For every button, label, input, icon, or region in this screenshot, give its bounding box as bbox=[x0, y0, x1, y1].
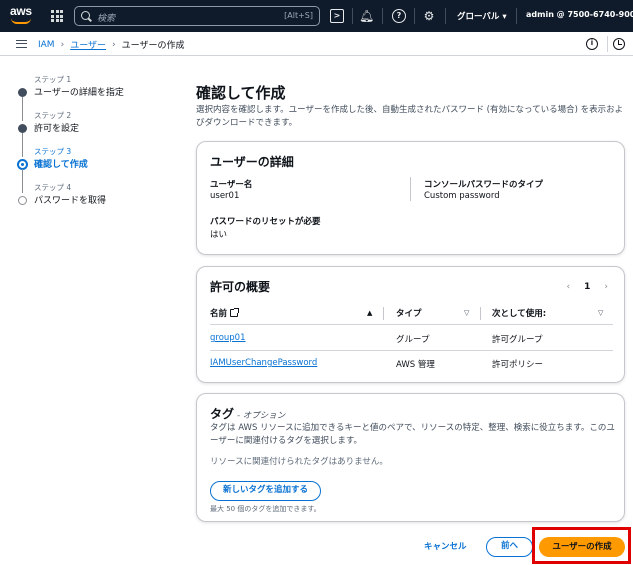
create-user-button[interactable]: ユーザーの作成 bbox=[539, 537, 625, 557]
column-header-name[interactable]: 名前 bbox=[210, 307, 240, 319]
group-link[interactable]: group01 bbox=[210, 333, 246, 343]
sort-icon[interactable]: ▽ bbox=[598, 309, 603, 317]
settings-gear-icon[interactable]: ⚙ bbox=[422, 9, 436, 23]
permissions-summary-card: 許可の概要 ‹ 1 › 名前 ▲ タイプ ▽ 次として使用: ▽ group01… bbox=[196, 266, 625, 383]
tags-optional-label: - オプション bbox=[237, 411, 286, 421]
cancel-button[interactable]: キャンセル bbox=[424, 540, 467, 552]
page-description: 選択内容を確認します。ユーザーを作成した後、自動生成されたパスワード (有効にな… bbox=[196, 105, 624, 128]
user-details-card: ユーザーの詳細 ユーザー名 user01 コンソールパスワードのタイプ Cust… bbox=[196, 141, 625, 255]
table-divider bbox=[210, 350, 613, 351]
table-row-type: グループ bbox=[396, 335, 430, 345]
aws-logo-text: aws bbox=[10, 4, 32, 18]
table-row-used-as: 許可グループ bbox=[492, 335, 543, 345]
nav-divider bbox=[445, 8, 446, 24]
aws-logo[interactable]: aws bbox=[10, 5, 36, 27]
breadcrumb: IAM › ユーザー › ユーザーの作成 bbox=[38, 38, 185, 52]
page-title: 確認して作成 bbox=[196, 84, 286, 102]
column-header-used-as[interactable]: 次として使用: bbox=[492, 307, 546, 319]
user-details-title: ユーザーの詳細 bbox=[210, 155, 294, 169]
step-name: パスワードを取得 bbox=[34, 196, 107, 206]
external-link-icon bbox=[230, 308, 240, 317]
step-pending-icon bbox=[18, 196, 27, 205]
step-label: ステップ 1 bbox=[34, 75, 72, 84]
table-divider bbox=[210, 324, 613, 325]
step-label: ステップ 4 bbox=[34, 183, 72, 192]
step-name: 確認して作成 bbox=[34, 160, 88, 170]
username-value: user01 bbox=[210, 191, 240, 201]
console-password-label: コンソールパスワードのタイプ bbox=[424, 180, 544, 190]
column-separator bbox=[480, 307, 481, 320]
tags-empty-message: リソースに関連付けられたタグはありません。 bbox=[210, 457, 388, 467]
step-connector bbox=[22, 133, 23, 157]
page-prev-icon[interactable]: ‹ bbox=[567, 282, 571, 292]
chevron-right-icon: › bbox=[112, 39, 116, 50]
account-menu[interactable]: admin @ 7500-6740-9009 ▾ bbox=[526, 10, 633, 19]
step-complete-icon bbox=[18, 124, 27, 133]
step-name: ユーザーの詳細を指定 bbox=[34, 88, 124, 98]
top-navigation: aws 検索 [Alt+S] > 🔔︎ ? ⚙ グローバル ▾ admin @ … bbox=[0, 0, 633, 32]
step-connector bbox=[22, 169, 23, 193]
permissions-title: 許可の概要 bbox=[210, 280, 271, 294]
table-row-name: group01 bbox=[210, 333, 246, 343]
pagination: ‹ 1 › bbox=[567, 282, 608, 292]
tags-description: タグは AWS リソースに追加できるキーと値のペアで、リソースの特定、整理、検索… bbox=[210, 423, 615, 446]
breadcrumb-current: ユーザーの作成 bbox=[121, 41, 185, 51]
search-placeholder: 検索 bbox=[97, 14, 116, 24]
menu-hamburger-icon[interactable] bbox=[16, 40, 27, 48]
sort-icon[interactable]: ▽ bbox=[464, 309, 469, 317]
search-icon bbox=[81, 11, 90, 20]
search-input[interactable]: 検索 [Alt+S] bbox=[74, 6, 320, 26]
password-reset-label: パスワードのリセットが必要 bbox=[210, 217, 321, 227]
previous-button[interactable]: 前へ bbox=[486, 537, 534, 557]
tags-limit-note: 最大 50 個のタグを追加できます。 bbox=[210, 505, 321, 513]
history-clock-icon[interactable] bbox=[613, 38, 625, 50]
page-number[interactable]: 1 bbox=[584, 282, 590, 292]
divider bbox=[607, 36, 608, 52]
console-password-value: Custom password bbox=[424, 191, 500, 201]
step-label: ステップ 2 bbox=[34, 111, 72, 120]
nav-divider bbox=[352, 8, 353, 24]
username-label: ユーザー名 bbox=[210, 180, 253, 190]
table-row-type: AWS 管理 bbox=[396, 360, 435, 370]
search-shortcut: [Alt+S] bbox=[284, 11, 313, 20]
nav-divider bbox=[414, 8, 415, 24]
table-row-name: IAMUserChangePassword bbox=[210, 358, 317, 368]
help-icon[interactable]: ? bbox=[392, 9, 406, 23]
column-header-name-label: 名前 bbox=[210, 309, 228, 319]
nav-divider bbox=[382, 8, 383, 24]
tags-title: タグ - オプション bbox=[210, 405, 285, 422]
tags-card: タグ - オプション タグは AWS リソースに追加できるキーと値のペアで、リソー… bbox=[196, 393, 625, 522]
aws-smile-icon bbox=[11, 18, 31, 24]
add-tag-button[interactable]: 新しいタグを追加する bbox=[210, 481, 322, 501]
tags-title-text: タグ bbox=[210, 407, 235, 421]
notifications-bell-icon[interactable]: 🔔︎ bbox=[359, 9, 374, 23]
cloudshell-icon[interactable]: > bbox=[330, 9, 344, 23]
nav-divider bbox=[516, 8, 517, 24]
column-separator bbox=[383, 307, 384, 320]
breadcrumb-bar: IAM › ユーザー › ユーザーの作成 i bbox=[0, 32, 633, 56]
sort-ascending-icon[interactable]: ▲ bbox=[367, 309, 372, 317]
table-row-used-as: 許可ポリシー bbox=[492, 360, 544, 370]
column-header-type[interactable]: タイプ bbox=[396, 307, 422, 319]
step-complete-icon bbox=[18, 88, 27, 97]
policy-link[interactable]: IAMUserChangePassword bbox=[210, 358, 317, 368]
services-grid-icon[interactable] bbox=[51, 10, 63, 22]
page-next-icon[interactable]: › bbox=[604, 282, 608, 292]
breadcrumb-users[interactable]: ユーザー bbox=[70, 38, 106, 51]
region-selector[interactable]: グローバル ▾ bbox=[457, 10, 507, 22]
step-connector bbox=[22, 97, 23, 121]
info-icon[interactable]: i bbox=[586, 38, 598, 50]
breadcrumb-iam[interactable]: IAM bbox=[38, 40, 55, 50]
column-divider bbox=[410, 177, 411, 201]
step-name: 許可を設定 bbox=[34, 124, 80, 134]
password-reset-value: はい bbox=[210, 230, 228, 240]
chevron-right-icon: › bbox=[60, 39, 65, 50]
step-label: ステップ 3 bbox=[34, 147, 72, 156]
